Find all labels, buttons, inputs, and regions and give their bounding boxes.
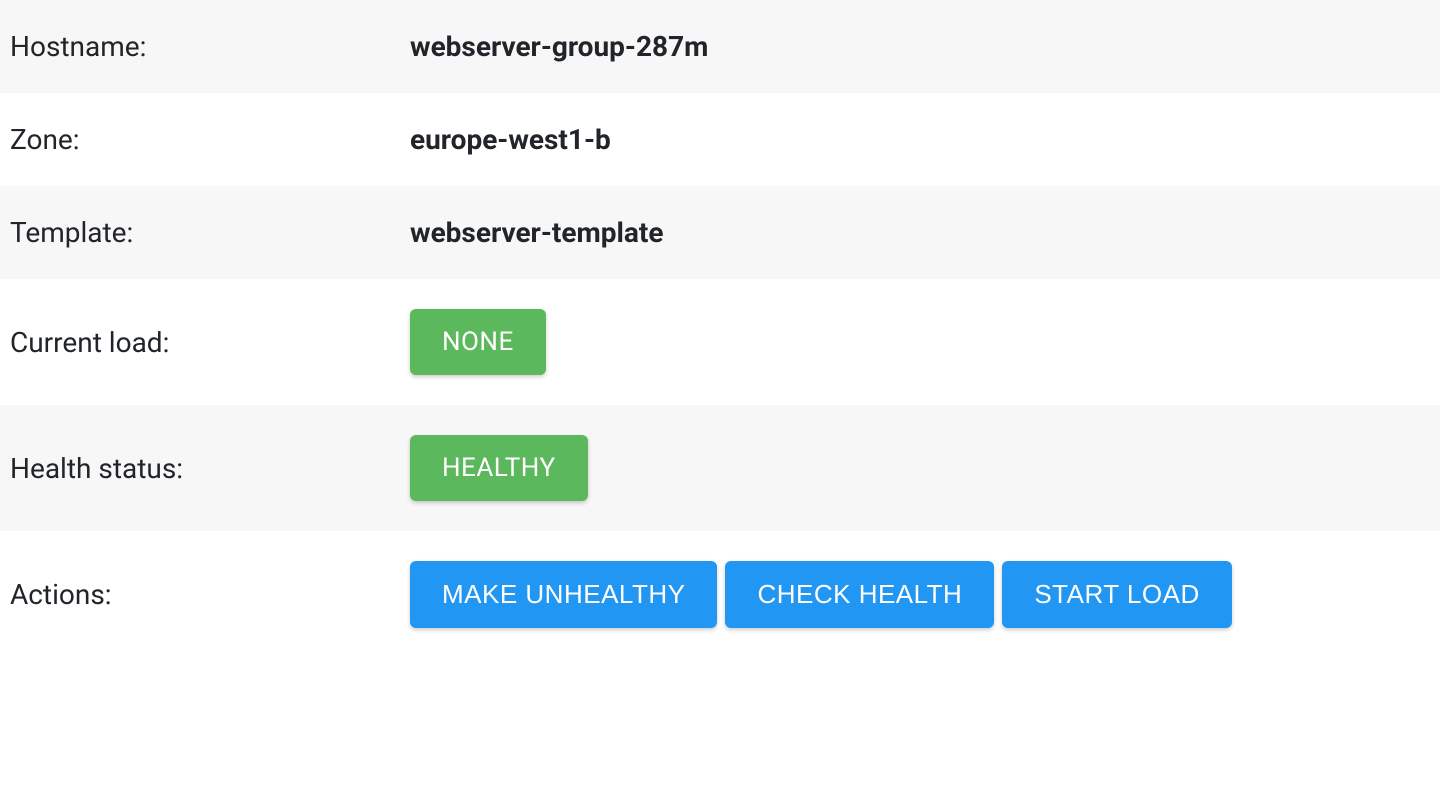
row-health-status: Health status: HEALTHY <box>0 405 1440 531</box>
value-actions: MAKE UNHEALTHY CHECK HEALTH START LOAD <box>400 531 1440 658</box>
value-current-load: NONE <box>400 279 1440 405</box>
row-current-load: Current load: NONE <box>0 279 1440 405</box>
value-zone: europe-west1-b <box>400 93 1440 186</box>
label-actions: Actions: <box>0 548 400 641</box>
label-hostname: Hostname: <box>0 0 400 93</box>
load-badge: NONE <box>410 309 546 375</box>
row-template: Template: webserver-template <box>0 186 1440 279</box>
label-template: Template: <box>0 186 400 279</box>
make-unhealthy-button[interactable]: MAKE UNHEALTHY <box>410 561 717 628</box>
label-zone: Zone: <box>0 93 400 186</box>
value-hostname: webserver-group-287m <box>400 0 1440 93</box>
row-zone: Zone: europe-west1-b <box>0 93 1440 186</box>
row-actions: Actions: MAKE UNHEALTHY CHECK HEALTH STA… <box>0 531 1440 658</box>
health-badge: HEALTHY <box>410 435 588 501</box>
label-health-status: Health status: <box>0 422 400 515</box>
value-health-status: HEALTHY <box>400 405 1440 531</box>
instance-info-table: Hostname: webserver-group-287m Zone: eur… <box>0 0 1440 658</box>
check-health-button[interactable]: CHECK HEALTH <box>725 561 994 628</box>
start-load-button[interactable]: START LOAD <box>1002 561 1231 628</box>
row-hostname: Hostname: webserver-group-287m <box>0 0 1440 93</box>
label-current-load: Current load: <box>0 296 400 389</box>
value-template: webserver-template <box>400 186 1440 279</box>
